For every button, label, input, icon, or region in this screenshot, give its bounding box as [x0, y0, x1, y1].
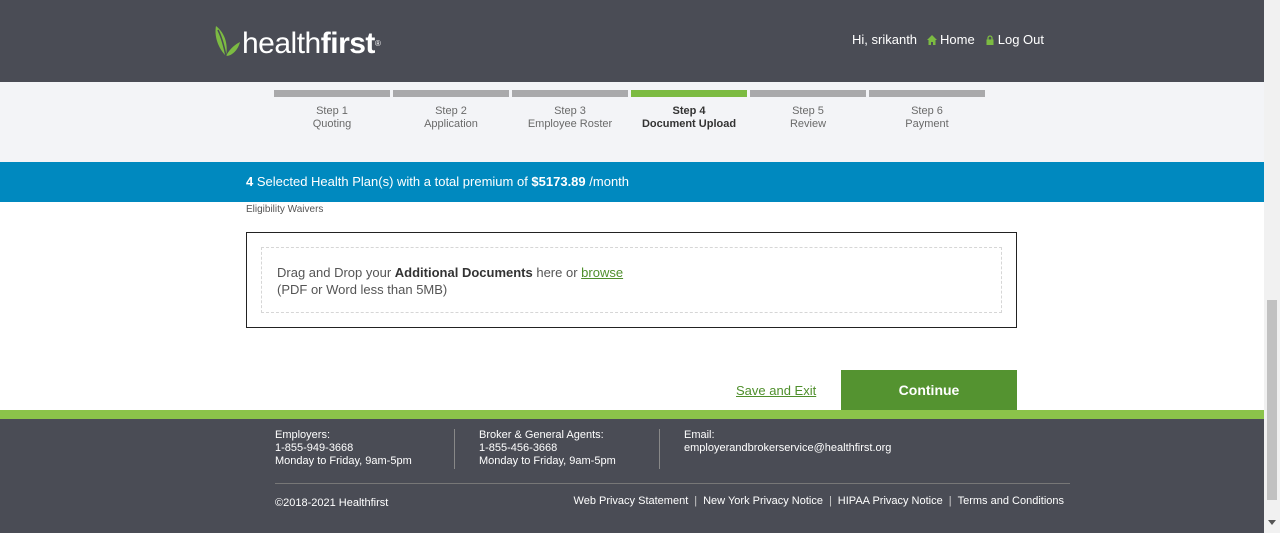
- web-privacy-link[interactable]: Web Privacy Statement: [574, 495, 689, 507]
- logo-text-bold: first: [320, 27, 376, 60]
- logout-link[interactable]: Log Out: [985, 32, 1044, 47]
- step-bar: [393, 90, 509, 97]
- dropzone-doc-type: Additional Documents: [394, 265, 533, 280]
- footer-divider: [659, 429, 660, 469]
- vertical-scrollbar[interactable]: [1264, 0, 1280, 533]
- footer-accent-line: [0, 410, 1264, 419]
- logo-text-light: health: [242, 27, 321, 60]
- dropzone-instruction: Drag and Drop your Additional Documents …: [277, 264, 1001, 281]
- logout-label: Log Out: [997, 32, 1044, 47]
- footer-horizontal-divider: [275, 483, 1070, 484]
- step-label: Employee Roster: [527, 118, 613, 130]
- home-label: Home: [940, 32, 975, 47]
- hipaa-privacy-link[interactable]: HIPAA Privacy Notice: [838, 495, 943, 507]
- step-payment: Step 6 Payment: [869, 90, 985, 131]
- dropzone-hint: (PDF or Word less than 5MB): [277, 282, 448, 297]
- employers-phone[interactable]: 1-855-949-3668: [275, 442, 412, 455]
- step-label: Application: [424, 118, 478, 130]
- dropzone-text: Drag and Drop your: [277, 265, 395, 280]
- user-greeting: Hi, srikanth: [852, 32, 918, 47]
- employers-title: Employers:: [275, 429, 331, 441]
- step-bar: [869, 90, 985, 97]
- save-and-exit-link[interactable]: Save and Exit: [736, 383, 816, 398]
- step-number: Step 3: [554, 105, 586, 117]
- premium-banner: 4 Selected Health Plan(s) with a total p…: [0, 162, 1264, 202]
- continue-button[interactable]: Continue: [841, 370, 1017, 410]
- step-quoting: Step 1 Quoting: [274, 90, 390, 131]
- user-nav: Hi, srikanth Home Log Out: [852, 32, 1044, 47]
- step-bar-active: [631, 90, 747, 97]
- registered-mark: ®: [374, 39, 381, 48]
- step-document-upload: Step 4 Document Upload: [631, 90, 747, 131]
- terms-link[interactable]: Terms and Conditions: [958, 495, 1064, 507]
- step-bar: [274, 90, 390, 97]
- email-title: Email:: [684, 429, 715, 441]
- leaf-icon: [215, 26, 240, 57]
- scrollbar-thumb[interactable]: [1267, 300, 1277, 500]
- email-contact: Email: employerandbrokerservice@healthfi…: [684, 429, 891, 455]
- dropzone-text-mid: here or: [532, 265, 582, 280]
- header: healthfirst® Hi, srikanth Home Log Out: [0, 0, 1264, 82]
- brokers-title: Broker & General Agents:: [479, 429, 604, 441]
- brokers-hours: Monday to Friday, 9am-5pm: [479, 455, 616, 467]
- copyright: ©2018-2021 Healthfirst: [275, 497, 389, 509]
- footer: Employers: 1-855-949-3668 Monday to Frid…: [0, 419, 1264, 533]
- step-employee-roster: Step 3 Employee Roster: [512, 90, 628, 131]
- home-icon: [927, 34, 938, 45]
- link-separator: |: [694, 495, 698, 507]
- logo-text: healthfirst®: [242, 26, 381, 62]
- progress-steps-band: Step 1 Quoting Step 2 Application Step 3 Em…: [0, 82, 1264, 162]
- link-separator: |: [948, 495, 952, 507]
- premium-summary: 4 Selected Health Plan(s) with a total p…: [246, 162, 629, 202]
- premium-amount: $5173.89: [531, 174, 586, 189]
- browse-link[interactable]: browse: [581, 265, 623, 280]
- footer-divider: [454, 429, 455, 469]
- step-number: Step 2: [435, 105, 467, 117]
- lock-icon: [986, 34, 994, 45]
- step-number: Step 1: [316, 105, 348, 117]
- step-label: Review: [789, 118, 827, 130]
- step-bar: [512, 90, 628, 97]
- home-link[interactable]: Home: [927, 32, 975, 47]
- step-number: Step 4: [672, 105, 706, 117]
- upload-box: Drag and Drop your Additional Documents …: [246, 232, 1017, 328]
- page: healthfirst® Hi, srikanth Home Log Out S…: [0, 0, 1264, 533]
- step-label: Payment: [905, 118, 949, 130]
- section-label: Eligibility Waivers: [246, 204, 324, 215]
- step-review: Step 5 Review: [750, 90, 866, 131]
- ny-privacy-link[interactable]: New York Privacy Notice: [703, 495, 823, 507]
- scroll-down-arrow-icon[interactable]: [1268, 520, 1276, 525]
- employers-hours: Monday to Friday, 9am-5pm: [275, 455, 412, 467]
- step-number: Step 6: [911, 105, 943, 117]
- premium-text: Selected Health Plan(s) with a total pre…: [253, 174, 532, 189]
- brokers-contact: Broker & General Agents: 1-855-456-3668 …: [479, 429, 616, 468]
- healthfirst-logo[interactable]: healthfirst®: [212, 22, 381, 62]
- step-number: Step 5: [792, 105, 824, 117]
- step-application: Step 2 Application: [393, 90, 509, 131]
- brokers-phone[interactable]: 1-855-456-3668: [479, 442, 616, 455]
- legal-links: Web Privacy Statement | New York Privacy…: [574, 495, 1064, 507]
- link-separator: |: [828, 495, 832, 507]
- file-dropzone[interactable]: Drag and Drop your Additional Documents …: [261, 247, 1002, 313]
- step-bar: [750, 90, 866, 97]
- email-address[interactable]: employerandbrokerservice@healthfirst.org: [684, 442, 891, 455]
- step-label: Document Upload: [641, 118, 737, 130]
- premium-period: /month: [585, 174, 630, 189]
- employers-contact: Employers: 1-855-949-3668 Monday to Frid…: [275, 429, 412, 468]
- step-label: Quoting: [312, 118, 352, 130]
- progress-steps: Step 1 Quoting Step 2 Application Step 3 Em…: [274, 90, 985, 131]
